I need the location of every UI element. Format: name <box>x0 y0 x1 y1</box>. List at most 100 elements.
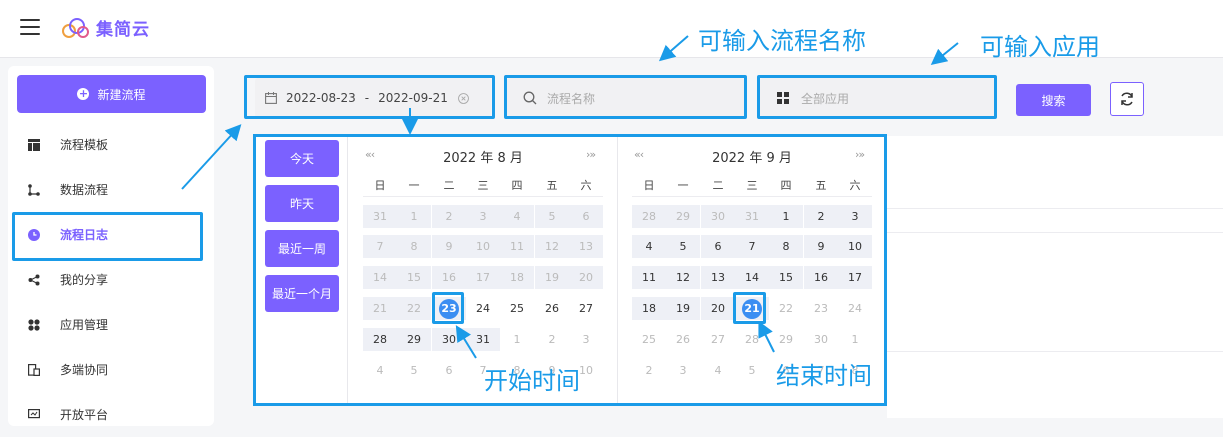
date-cell[interactable]: 3 <box>838 205 872 228</box>
date-cell[interactable]: 4 <box>363 359 397 382</box>
date-cell[interactable]: 24 <box>838 297 872 320</box>
weekday-label: 日 <box>374 179 386 192</box>
date-cell[interactable]: 28 <box>632 205 666 228</box>
date-cell[interactable]: 5 <box>735 359 769 382</box>
sidebar-item-multi-device[interactable]: 多端协同 <box>8 347 214 392</box>
date-cell[interactable]: 13 <box>569 235 603 258</box>
search-button[interactable]: 搜索 <box>1016 84 1091 116</box>
date-cell[interactable]: 13 <box>701 266 735 289</box>
date-cell[interactable]: 12 <box>666 266 700 289</box>
apps-icon <box>28 318 40 331</box>
date-cell[interactable]: 28 <box>735 328 769 351</box>
date-cell[interactable]: 3 <box>569 328 603 351</box>
date-cell[interactable]: 31 <box>466 328 500 351</box>
date-cell[interactable]: 10 <box>466 235 500 258</box>
new-flow-button[interactable]: + 新建流程 <box>17 75 206 113</box>
date-cell[interactable]: 10 <box>838 235 872 258</box>
date-cell[interactable]: 30 <box>432 328 466 351</box>
date-cell[interactable]: 4 <box>701 359 735 382</box>
date-cell[interactable]: 23 <box>804 297 838 320</box>
date-cell[interactable]: 5 <box>397 359 431 382</box>
date-cell[interactable]: 6 <box>432 359 466 382</box>
date-cell[interactable]: 16 <box>432 266 466 289</box>
sidebar-item-share[interactable]: 我的分享 <box>8 257 214 302</box>
sidebar-item-dataflow[interactable]: 数据流程 <box>8 167 214 212</box>
shortcut-last-month[interactable]: 最近一个月 <box>265 275 339 312</box>
sidebar-item-apps[interactable]: 应用管理 <box>8 302 214 347</box>
date-cell[interactable]: 9 <box>804 235 838 258</box>
devices-icon <box>28 363 40 376</box>
date-cell[interactable]: 17 <box>466 266 500 289</box>
date-cell[interactable]: 6 <box>569 205 603 228</box>
weekday-label: 三 <box>746 179 758 192</box>
shortcut-last-week[interactable]: 最近一周 <box>265 230 339 267</box>
date-cell[interactable]: 7 <box>363 235 397 258</box>
date-cell[interactable]: 21 <box>363 297 397 320</box>
shortcut-yesterday[interactable]: 昨天 <box>265 185 339 222</box>
date-cell[interactable]: 20 <box>569 266 603 289</box>
date-cell[interactable]: 29 <box>666 205 700 228</box>
date-cell[interactable]: 29 <box>397 328 431 351</box>
date-cell[interactable]: 30 <box>804 328 838 351</box>
date-cell[interactable]: 30 <box>701 205 735 228</box>
date-cell[interactable]: 2 <box>632 359 666 382</box>
date-cell[interactable]: 3 <box>666 359 700 382</box>
shortcut-today[interactable]: 今天 <box>265 140 339 177</box>
date-cell[interactable]: 26 <box>535 297 569 320</box>
date-cell[interactable]: 20 <box>701 297 735 320</box>
sidebar-item-template[interactable]: 流程模板 <box>8 122 214 167</box>
menu-icon[interactable] <box>20 19 40 35</box>
date-cell[interactable]: 27 <box>701 328 735 351</box>
date-cell[interactable]: 25 <box>632 328 666 351</box>
date-cell[interactable]: 31 <box>363 205 397 228</box>
date-cell[interactable]: 14 <box>735 266 769 289</box>
date-cell[interactable]: 1 <box>769 205 803 228</box>
date-cell[interactable]: 28 <box>363 328 397 351</box>
next-month-year-icon[interactable]: ›» <box>586 148 596 161</box>
date-cell[interactable]: 1 <box>397 205 431 228</box>
date-cell[interactable]: 29 <box>769 328 803 351</box>
date-cell[interactable]: 4 <box>632 235 666 258</box>
date-cell[interactable]: 31 <box>735 205 769 228</box>
date-cell[interactable]: 12 <box>535 235 569 258</box>
date-cell[interactable]: 4 <box>500 205 534 228</box>
date-cell[interactable]: 24 <box>466 297 500 320</box>
weekday-divider <box>632 196 872 197</box>
annotation-app: 可输入应用 <box>980 33 1100 61</box>
share-icon <box>28 274 40 285</box>
date-cell[interactable]: 14 <box>363 266 397 289</box>
date-cell[interactable]: 11 <box>500 235 534 258</box>
date-cell[interactable]: 1 <box>500 328 534 351</box>
date-cell[interactable]: 9 <box>432 235 466 258</box>
date-cell[interactable]: 5 <box>666 235 700 258</box>
date-cell[interactable]: 19 <box>535 266 569 289</box>
date-cell[interactable]: 15 <box>769 266 803 289</box>
next-month-year-icon[interactable]: ›» <box>855 148 865 161</box>
date-cell[interactable]: 18 <box>632 297 666 320</box>
date-cell[interactable]: 26 <box>666 328 700 351</box>
date-cell[interactable]: 2 <box>432 205 466 228</box>
date-cell[interactable]: 3 <box>466 205 500 228</box>
date-cell[interactable]: 6 <box>701 235 735 258</box>
date-cell[interactable]: 11 <box>632 266 666 289</box>
date-cell[interactable]: 22 <box>397 297 431 320</box>
date-cell[interactable]: 16 <box>804 266 838 289</box>
date-cell[interactable]: 17 <box>838 266 872 289</box>
date-cell[interactable]: 25 <box>500 297 534 320</box>
date-cell[interactable]: 1 <box>838 328 872 351</box>
date-cell[interactable]: 22 <box>769 297 803 320</box>
sidebar-item-open-platform[interactable]: 开放平台 <box>8 392 214 437</box>
date-cell[interactable]: 7 <box>735 235 769 258</box>
date-cell[interactable]: 2 <box>535 328 569 351</box>
date-cell[interactable]: 18 <box>500 266 534 289</box>
refresh-button[interactable] <box>1110 82 1144 116</box>
date-cell[interactable]: 5 <box>535 205 569 228</box>
date-cell[interactable]: 19 <box>666 297 700 320</box>
platform-icon <box>28 408 40 418</box>
date-cell[interactable]: 2 <box>804 205 838 228</box>
date-cell[interactable]: 15 <box>397 266 431 289</box>
date-cell[interactable]: 8 <box>769 235 803 258</box>
date-cell[interactable]: 8 <box>397 235 431 258</box>
date-cell[interactable]: 27 <box>569 297 603 320</box>
sidebar-item-label: 数据流程 <box>60 183 109 197</box>
